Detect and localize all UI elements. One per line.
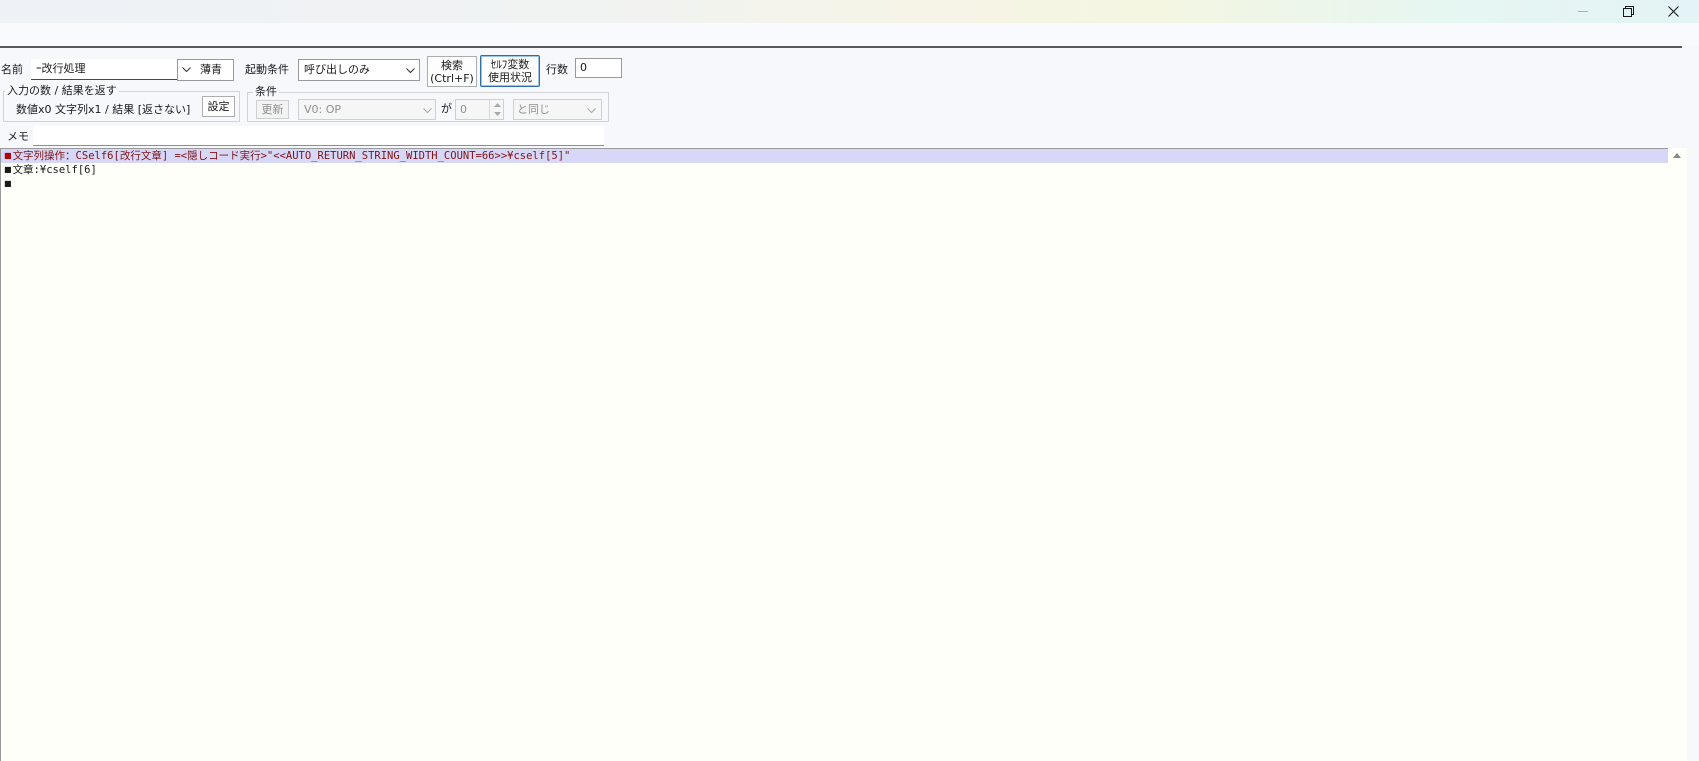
name-input-value: ｰ改行処理: [36, 62, 86, 75]
name-input[interactable]: ｰ改行処理: [31, 59, 177, 80]
close-icon: [1667, 6, 1679, 17]
condition-operator-value: と同じ: [517, 103, 550, 116]
search-button-line1: 検索: [441, 58, 463, 72]
stepper-down-icon: [494, 112, 501, 116]
header-divider: [0, 46, 1682, 48]
chevron-down-icon: [406, 68, 415, 74]
chevron-down-icon: [423, 108, 432, 114]
trigger-select[interactable]: 呼び出しのみ: [298, 59, 420, 81]
condition-group-legend: 条件: [253, 85, 279, 99]
update-button[interactable]: 更新: [256, 100, 289, 119]
code-line-selected[interactable]: ■文字列操作：CSelf6[改行文章] =<隠しコード実行>"<<AUTO_RE…: [1, 149, 1687, 163]
code-line[interactable]: ■文章:¥cself[6]: [1, 163, 1687, 177]
trigger-select-value: 呼び出しのみ: [304, 63, 370, 76]
condition-number-stepper[interactable]: 0: [455, 99, 504, 120]
condition-number-value: 0: [460, 103, 467, 116]
restore-button[interactable]: [1605, 0, 1651, 23]
line-count-value: 0: [580, 61, 587, 74]
ga-label: が: [441, 102, 452, 115]
editor-scrollbar[interactable]: [1668, 148, 1687, 761]
chevron-down-icon: [587, 108, 596, 114]
minimize-icon: [1578, 11, 1588, 12]
condition-operator-select[interactable]: と同じ: [513, 99, 602, 120]
condition-variable-value: V0: OP: [304, 103, 342, 116]
code-line-text: 文章:¥cself[6]: [12, 164, 97, 176]
color-select[interactable]: 薄青: [177, 59, 234, 81]
memo-input[interactable]: [33, 126, 604, 146]
code-line[interactable]: ■: [1, 177, 1687, 191]
line-count-input[interactable]: 0: [575, 58, 622, 78]
scroll-up-icon[interactable]: [1673, 153, 1681, 158]
io-summary: 数値x0 文字列x1 / 結果 [返さない]: [16, 103, 191, 116]
stepper-up-icon: [494, 103, 501, 107]
stepper-buttons[interactable]: [489, 100, 505, 119]
line-count-label: 行数: [546, 63, 568, 76]
color-select-value: 薄青: [200, 63, 222, 76]
search-button[interactable]: 検索 (Ctrl+F): [427, 56, 477, 87]
line-marker-icon: ■: [4, 179, 12, 188]
restore-icon: [1622, 6, 1634, 17]
self-variable-button-line2: 使用状況: [488, 71, 532, 84]
memo-label: メモ: [7, 130, 29, 143]
event-code-editor[interactable]: ■文字列操作：CSelf6[改行文章] =<隠しコード実行>"<<AUTO_RE…: [0, 148, 1687, 761]
toolbar-strip: [0, 23, 1699, 46]
code-lines: ■文字列操作：CSelf6[改行文章] =<隠しコード実行>"<<AUTO_RE…: [1, 149, 1687, 191]
title-bar: [0, 0, 1699, 23]
self-variable-usage-button[interactable]: ｾﾙﾌ変数 使用状況: [480, 55, 540, 87]
io-group-legend: 入力の数 / 結果を返す: [5, 84, 119, 98]
close-button[interactable]: [1650, 0, 1696, 23]
trigger-label: 起動条件: [245, 63, 289, 76]
search-button-line2: (Ctrl+F): [430, 71, 474, 85]
name-label: 名前: [1, 63, 23, 76]
code-line-text: 文字列操作：CSelf6[改行文章] =<隠しコード実行>"<<AUTO_RET…: [12, 150, 571, 162]
io-settings-button[interactable]: 設定: [202, 96, 235, 117]
line-marker-icon: ■: [4, 151, 12, 160]
self-variable-button-line1: ｾﾙﾌ変数: [490, 58, 530, 71]
chevron-down-icon: [182, 67, 191, 73]
minimize-button[interactable]: [1560, 0, 1606, 23]
condition-variable-select[interactable]: V0: OP: [298, 99, 436, 120]
line-marker-icon: ■: [4, 165, 12, 174]
